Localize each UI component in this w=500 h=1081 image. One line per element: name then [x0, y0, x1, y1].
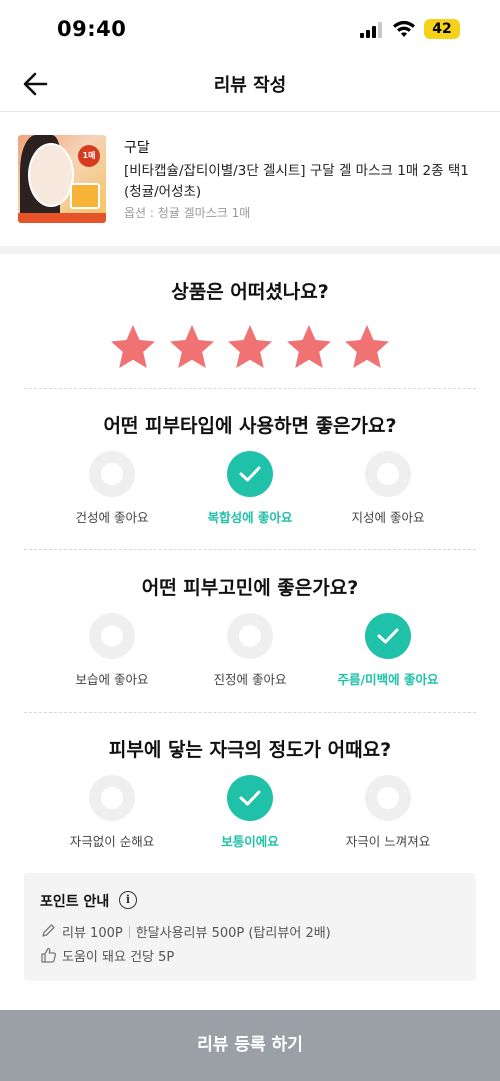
divider — [24, 712, 476, 713]
wifi-icon — [393, 20, 415, 37]
status-time: 09:40 — [57, 17, 127, 41]
points-month-review: 한달사용리뷰 500P (탑리뷰어 2배) — [135, 926, 331, 941]
option-label: 진정에 좋아요 — [213, 672, 287, 687]
check-icon — [239, 790, 261, 806]
option-q2-2[interactable]: 진정에 좋아요 — [180, 613, 320, 693]
section-divider — [0, 246, 500, 254]
option-label: 건성에 좋아요 — [75, 510, 149, 525]
product-brand: 구달 — [124, 140, 150, 156]
check-icon — [239, 466, 261, 482]
option-q2-1[interactable]: 보습에 좋아요 — [42, 613, 182, 693]
separator — [128, 926, 130, 938]
points-review-row: 리뷰 100P 한달사용리뷰 500P (탑리뷰어 2배) — [40, 922, 331, 941]
page-title: 리뷰 작성 — [213, 75, 287, 96]
divider — [24, 388, 476, 389]
star-icon[interactable] — [343, 323, 391, 371]
option-circle — [365, 775, 411, 821]
status-bar: 09:40 42 — [0, 0, 500, 60]
option-circle — [227, 775, 273, 821]
signal-icon — [360, 22, 384, 38]
option-circle — [227, 613, 273, 659]
option-label: 보통이에요 — [221, 834, 279, 849]
skin-concern-question: 어떤 피부고민에 좋은가요? — [141, 577, 359, 599]
points-review: 리뷰 100P — [62, 926, 123, 941]
points-info-box: 포인트 안내 i 리뷰 100P 한달사용리뷰 500P (탑리뷰어 2배) 도움… — [24, 873, 476, 981]
star-icon[interactable] — [109, 323, 157, 371]
info-icon[interactable]: i — [119, 891, 137, 909]
option-q1-3[interactable]: 지성에 좋아요 — [318, 451, 458, 531]
star-icon[interactable] — [285, 323, 333, 371]
star-icon[interactable] — [226, 323, 274, 371]
option-circle — [365, 451, 411, 497]
thumb-badge: 1매 — [78, 145, 100, 167]
skin-type-question: 어떤 피부타입에 사용하면 좋은가요? — [103, 415, 397, 437]
points-title: 포인트 안내 — [40, 894, 110, 910]
product-option: 옵션 : 청귤 겔마스크 1매 — [124, 206, 251, 220]
option-q3-2[interactable]: 보통이에요 — [180, 775, 320, 855]
divider — [24, 549, 476, 550]
submit-review-button[interactable]: 리뷰 등록 하기 — [0, 1010, 500, 1081]
option-label: 보습에 좋아요 — [75, 672, 149, 687]
option-q3-1[interactable]: 자극없이 순해요 — [42, 775, 182, 855]
points-helpful: 도움이 돼요 건당 5P — [62, 950, 175, 965]
pencil-icon — [42, 924, 55, 937]
option-circle — [227, 451, 273, 497]
product-summary: 1매 구달 [비타캡슐/잡티이별/3단 겔시트] 구달 겔 마스크 1매 2종 … — [0, 112, 500, 246]
points-helpful-row: 도움이 돼요 건당 5P — [40, 946, 174, 965]
option-circle — [365, 613, 411, 659]
product-thumbnail: 1매 — [18, 135, 106, 223]
star-icon[interactable] — [168, 323, 216, 371]
option-circle — [89, 613, 135, 659]
option-label: 자극없이 순해요 — [69, 834, 155, 849]
check-icon — [377, 628, 399, 644]
battery-icon: 42 — [424, 19, 460, 39]
option-label: 지성에 좋아요 — [351, 510, 425, 525]
option-label: 복합성에 좋아요 — [207, 510, 293, 525]
irritation-question: 피부에 닿는 자극의 정도가 어때요? — [108, 739, 392, 761]
header: 리뷰 작성 — [0, 56, 500, 112]
rating-question: 상품은 어떠셨나요? — [171, 281, 329, 303]
option-circle — [89, 775, 135, 821]
option-q1-1[interactable]: 건성에 좋아요 — [42, 451, 182, 531]
option-circle — [89, 451, 135, 497]
option-label: 자극이 느껴져요 — [345, 834, 431, 849]
option-label: 주름/미백에 좋아요 — [337, 672, 439, 687]
option-q2-3[interactable]: 주름/미백에 좋아요 — [318, 613, 458, 693]
star-rating[interactable] — [109, 323, 391, 371]
option-q3-3[interactable]: 자극이 느껴져요 — [318, 775, 458, 855]
thumbs-up-icon — [41, 947, 57, 963]
product-name: [비타캡슐/잡티이별/3단 겔시트] 구달 겔 마스크 1매 2종 택1 (청귤… — [124, 163, 469, 200]
option-q1-2[interactable]: 복합성에 좋아요 — [180, 451, 320, 531]
